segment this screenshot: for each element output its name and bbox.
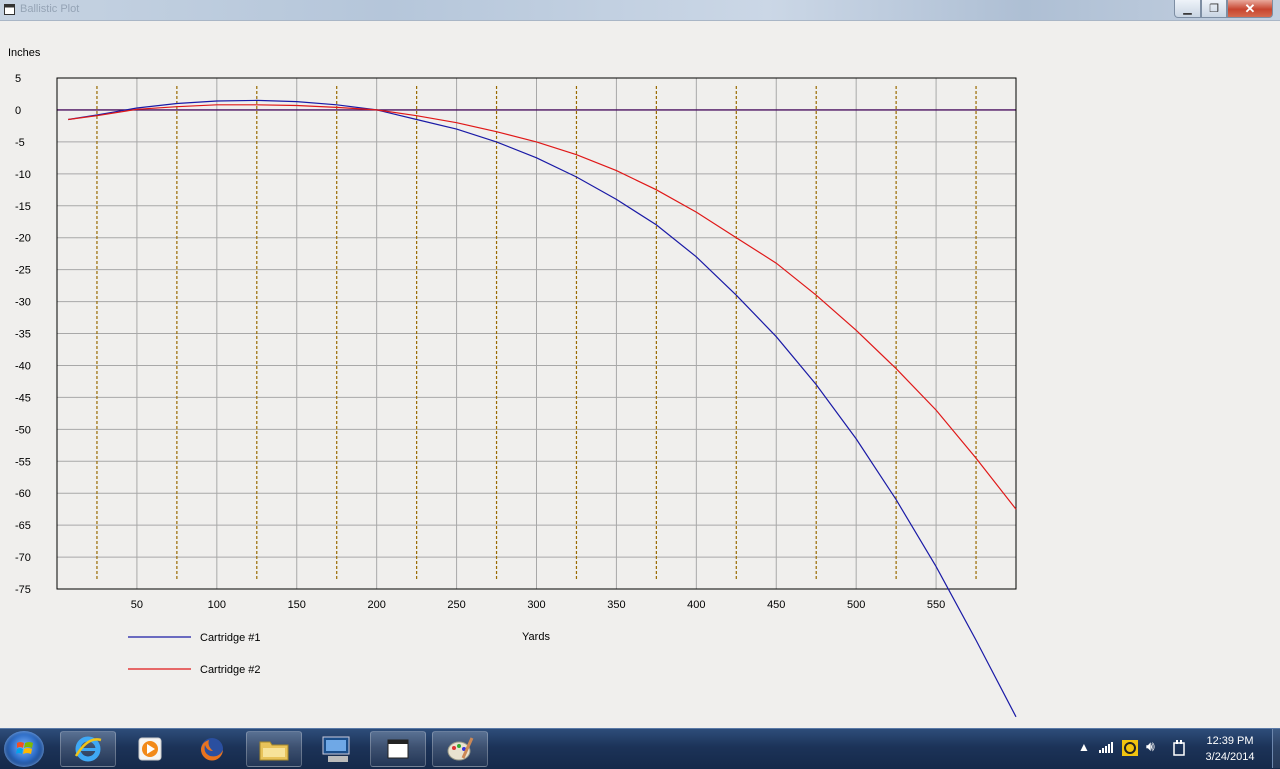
paint-icon <box>447 737 474 761</box>
system-clock[interactable]: 12:39 PM 3/24/2014 <box>1190 733 1270 765</box>
window-title: Ballistic Plot <box>20 3 80 15</box>
trajectory-chart: Inches 50-5-10-15-20-25-30-35-40-45-50-5… <box>8 47 1017 718</box>
show-desktop-button[interactable] <box>1272 729 1280 768</box>
y-tick-label: -55 <box>15 456 31 468</box>
window-icon <box>387 739 409 759</box>
y-tick-label: 0 <box>15 105 21 117</box>
y-tick-label: -75 <box>15 584 31 596</box>
media-player-icon <box>138 737 162 761</box>
x-tick-label: 250 <box>447 599 465 611</box>
power-icon[interactable] <box>1172 740 1186 756</box>
y-tick-label: -20 <box>15 233 31 245</box>
y-tick-label: -35 <box>15 329 31 341</box>
restore-icon: ❐ <box>1209 3 1219 15</box>
chart-series <box>68 99 1017 718</box>
y-tick-label: -45 <box>15 392 31 404</box>
y-tick-label: -25 <box>15 265 31 277</box>
clock-time: 12:39 PM <box>1206 735 1254 747</box>
y-axis-ticks: 5 0 -5 -10 -15 -20 -25 -30 -35 -40 -45 -50 -55 -60 -65… <box>15 73 31 596</box>
y-tick-label: -65 <box>15 520 31 532</box>
start-button[interactable] <box>4 731 44 767</box>
x-tick-label: 50 <box>131 599 143 611</box>
legend-label-1: Cartridge #1 <box>200 632 261 644</box>
app-window-icon <box>4 4 15 15</box>
x-tick-label: 150 <box>288 599 306 611</box>
y-tick-label: -70 <box>15 552 31 564</box>
remote-desktop-icon <box>322 736 350 762</box>
x-tick-label: 500 <box>847 599 865 611</box>
y-tick-label: -10 <box>15 169 31 181</box>
y-tick-label: -30 <box>15 297 31 309</box>
y-axis-label: Inches <box>8 47 41 59</box>
y-tick-label: -5 <box>15 137 25 149</box>
y-tick-label: 5 <box>15 73 21 85</box>
taskbar-file-explorer[interactable] <box>246 731 302 767</box>
y-tick-label: -50 <box>15 424 31 436</box>
volume-icon[interactable]: 🔊︎ <box>1146 738 1155 755</box>
taskbar-internet-explorer[interactable] <box>60 731 116 767</box>
firefox-icon <box>200 738 223 761</box>
x-axis-label: Yards <box>522 631 550 643</box>
series-line-2 <box>68 104 1017 510</box>
close-icon: ✕ <box>1244 0 1256 16</box>
taskbar-firefox[interactable] <box>184 731 240 767</box>
window-title-bar: Ballistic Plot ▁ ❐ ✕ <box>0 0 1280 21</box>
taskbar-active-window[interactable] <box>370 731 426 767</box>
app-tray-icon[interactable] <box>1122 740 1138 756</box>
legend-label-2: Cartridge #2 <box>200 664 261 676</box>
taskbar-remote-desktop[interactable] <box>308 731 364 767</box>
x-tick-label: 550 <box>927 599 945 611</box>
y-tick-label: -15 <box>15 201 31 213</box>
x-tick-label: 100 <box>208 599 226 611</box>
taskbar-media-player[interactable] <box>122 731 178 767</box>
y-tick-label: -40 <box>15 360 31 372</box>
x-axis-ticks: 50 100 150 200 250 300 350 400 450 500 550 <box>131 599 945 611</box>
x-tick-label: 400 <box>687 599 705 611</box>
chart-grid <box>57 77 1016 590</box>
x-tick-label: 450 <box>767 599 785 611</box>
y-tick-label: -60 <box>15 488 31 500</box>
x-tick-label: 350 <box>607 599 625 611</box>
network-signal-icon[interactable] <box>1098 741 1114 753</box>
restore-button[interactable]: ❐ <box>1201 0 1227 18</box>
internet-explorer-icon <box>74 736 102 762</box>
x-tick-label: 300 <box>527 599 545 611</box>
close-button[interactable]: ✕ <box>1227 0 1273 18</box>
show-hidden-icons-arrow[interactable]: ▲ <box>1078 740 1090 754</box>
clock-date: 3/24/2014 <box>1205 751 1255 763</box>
chart-legend: Cartridge #1 Cartridge #2 <box>128 632 261 676</box>
minimize-icon: ▁ <box>1183 3 1192 15</box>
series-line-1 <box>68 99 1017 718</box>
windows-start-icon <box>16 742 33 754</box>
taskbar-paint[interactable] <box>432 731 488 767</box>
file-explorer-icon <box>259 741 289 761</box>
minimize-button[interactable]: ▁ <box>1174 0 1201 18</box>
x-tick-label: 200 <box>367 599 385 611</box>
